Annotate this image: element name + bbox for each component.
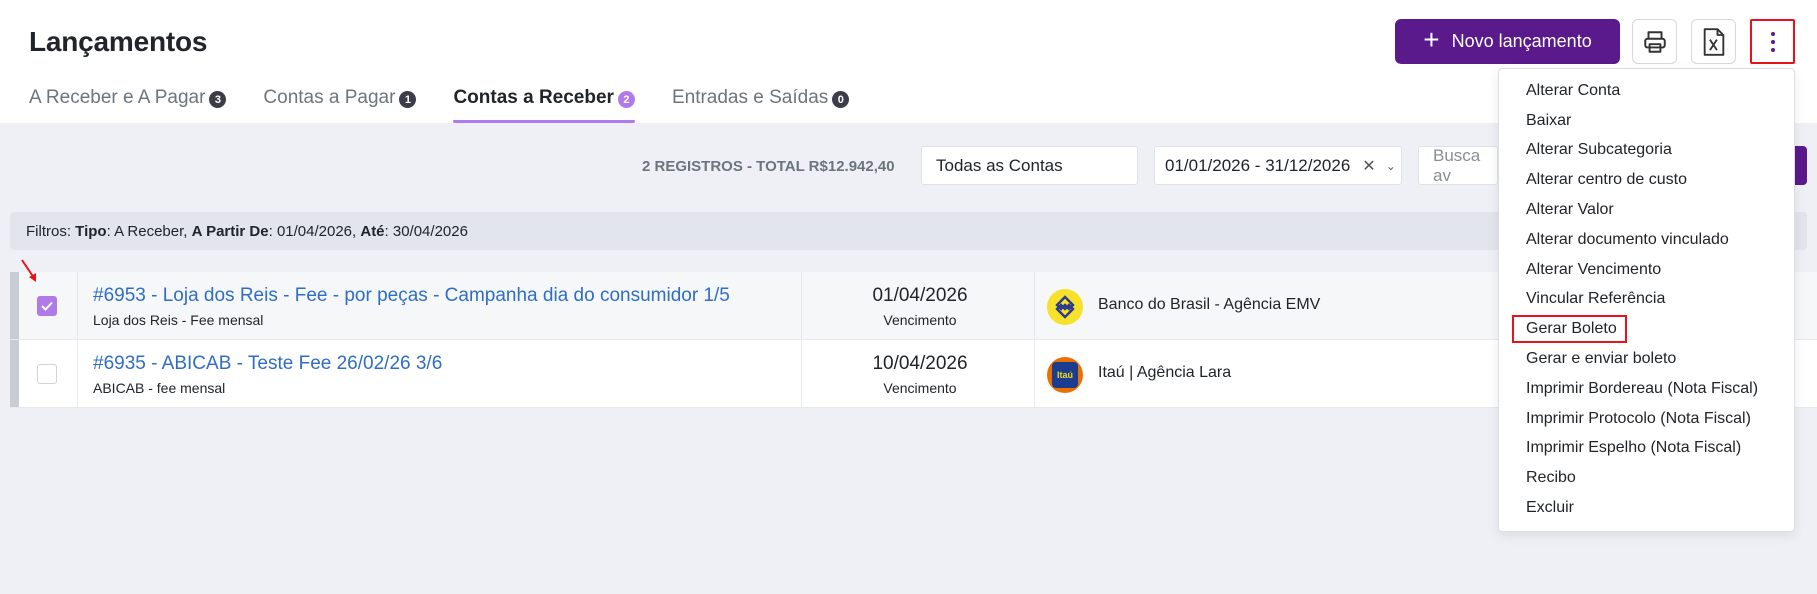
- bank-account-name: Banco do Brasil - Agência EMV: [1098, 296, 1321, 313]
- row-status-bar: [10, 272, 19, 339]
- more-options-menu: Alterar Conta Baixar Alterar Subcategori…: [1498, 68, 1795, 532]
- due-date: 01/04/2026: [872, 285, 968, 306]
- column-divider: [77, 272, 78, 339]
- page-title: Lançamentos: [29, 26, 208, 57]
- entry-title-link[interactable]: #6953 - Loja dos Reis - Fee - por peças …: [93, 285, 730, 307]
- tab-entradas-e-saidas[interactable]: Entradas e Saídas 0: [671, 86, 850, 123]
- tab-count-badge: 0: [832, 91, 850, 108]
- entry-title-link[interactable]: #6935 - ABICAB - Teste Fee 26/02/26 3/6: [93, 353, 442, 375]
- chevron-down-icon[interactable]: ⌄: [1386, 159, 1396, 173]
- due-date-label: Vencimento: [883, 312, 957, 328]
- filter-from-label: A Partir De: [191, 222, 269, 240]
- menu-item-baixar[interactable]: Baixar: [1499, 106, 1794, 136]
- due-date: 10/04/2026: [872, 353, 968, 374]
- records-summary: 2 REGISTROS - TOTAL R$12.942,40: [642, 158, 895, 175]
- row-checkbox[interactable]: [37, 364, 57, 384]
- excel-file-icon: [1703, 27, 1724, 56]
- tabs: A Receber e A Pagar 3 Contas a Pagar 1 C…: [29, 86, 886, 123]
- itau-logo-icon: Itaú: [1047, 357, 1083, 393]
- advanced-search-input[interactable]: Busca av: [1418, 146, 1498, 185]
- filter-to-value: : 30/04/2026: [384, 222, 468, 240]
- tab-label: Contas a Pagar: [263, 87, 396, 108]
- menu-item-imprimir-protocolo[interactable]: Imprimir Protocolo (Nota Fiscal): [1499, 404, 1794, 434]
- column-divider: [77, 340, 78, 407]
- filters-prefix: Filtros:: [26, 222, 71, 240]
- account-select-value: Todas as Contas: [936, 155, 1063, 175]
- tab-count-badge: 3: [209, 91, 227, 108]
- menu-item-alterar-vencimento[interactable]: Alterar Vencimento: [1499, 255, 1794, 285]
- menu-item-imprimir-espelho[interactable]: Imprimir Espelho (Nota Fiscal): [1499, 434, 1794, 464]
- tab-label: Contas a Receber: [453, 87, 614, 108]
- date-range-field[interactable]: 01/01/2026 - 31/12/2026 ✕ ⌄: [1154, 146, 1402, 185]
- tab-label: Entradas e Saídas: [671, 87, 829, 108]
- tab-count-badge: 2: [617, 91, 635, 108]
- row-status-bar: [10, 340, 19, 407]
- filter-from-value: : 01/04/2026,: [268, 222, 357, 240]
- menu-item-vincular-referencia[interactable]: Vincular Referência: [1499, 285, 1794, 315]
- tab-a-receber-e-a-pagar[interactable]: A Receber e A Pagar 3: [29, 86, 227, 123]
- filter-tipo-value: : A Receber,: [106, 222, 188, 240]
- account-select[interactable]: Todas as Contas: [921, 146, 1138, 185]
- menu-item-excluir[interactable]: Excluir: [1499, 493, 1794, 523]
- tab-contas-a-receber[interactable]: Contas a Receber 2: [453, 86, 635, 123]
- tab-contas-a-pagar[interactable]: Contas a Pagar 1: [263, 86, 417, 123]
- due-date-label: Vencimento: [883, 380, 957, 396]
- row-checkbox[interactable]: [37, 296, 57, 316]
- menu-item-gerar-boleto[interactable]: Gerar Boleto: [1499, 314, 1794, 344]
- column-divider: [801, 340, 802, 407]
- printer-icon: [1643, 30, 1666, 53]
- tab-label: A Receber e A Pagar: [29, 87, 206, 108]
- vertical-dots-icon: [1770, 31, 1775, 52]
- itau-logo-text: Itaú: [1052, 362, 1078, 388]
- clear-icon[interactable]: ✕: [1362, 156, 1375, 176]
- tab-count-badge: 1: [399, 91, 417, 108]
- menu-item-alterar-documento-vinculado[interactable]: Alterar documento vinculado: [1499, 225, 1794, 255]
- menu-item-gerar-e-enviar-boleto[interactable]: Gerar e enviar boleto: [1499, 344, 1794, 374]
- column-divider: [1034, 272, 1035, 339]
- print-button[interactable]: [1632, 19, 1677, 64]
- menu-item-alterar-subcategoria[interactable]: Alterar Subcategoria: [1499, 136, 1794, 166]
- plus-icon: +: [1423, 24, 1440, 55]
- new-entry-label: Novo lançamento: [1451, 31, 1592, 51]
- menu-item-imprimir-bordereau[interactable]: Imprimir Bordereau (Nota Fiscal): [1499, 374, 1794, 404]
- check-icon: [41, 301, 53, 311]
- menu-item-alterar-valor[interactable]: Alterar Valor: [1499, 195, 1794, 225]
- more-options-button[interactable]: [1750, 19, 1795, 64]
- menu-item-alterar-conta[interactable]: Alterar Conta: [1499, 76, 1794, 106]
- menu-item-alterar-centro-de-custo[interactable]: Alterar centro de custo: [1499, 165, 1794, 195]
- entry-subtitle: ABICAB - fee mensal: [93, 380, 226, 396]
- bank-account-name: Itaú | Agência Lara: [1098, 364, 1232, 381]
- export-excel-button[interactable]: [1691, 19, 1736, 64]
- column-divider: [1034, 340, 1035, 407]
- filter-tipo-label: Tipo: [75, 222, 107, 240]
- entry-subtitle: Loja dos Reis - Fee mensal: [93, 312, 264, 328]
- annotation-arrow-icon: [21, 259, 36, 282]
- date-range-value: 01/01/2026 - 31/12/2026: [1165, 155, 1351, 175]
- column-divider: [801, 272, 802, 339]
- new-entry-button[interactable]: + Novo lançamento: [1395, 19, 1620, 64]
- banco-do-brasil-logo-icon: [1047, 289, 1083, 325]
- search-placeholder: Busca av: [1433, 146, 1481, 185]
- filter-to-label: Até: [360, 222, 385, 240]
- menu-item-recibo[interactable]: Recibo: [1499, 463, 1794, 493]
